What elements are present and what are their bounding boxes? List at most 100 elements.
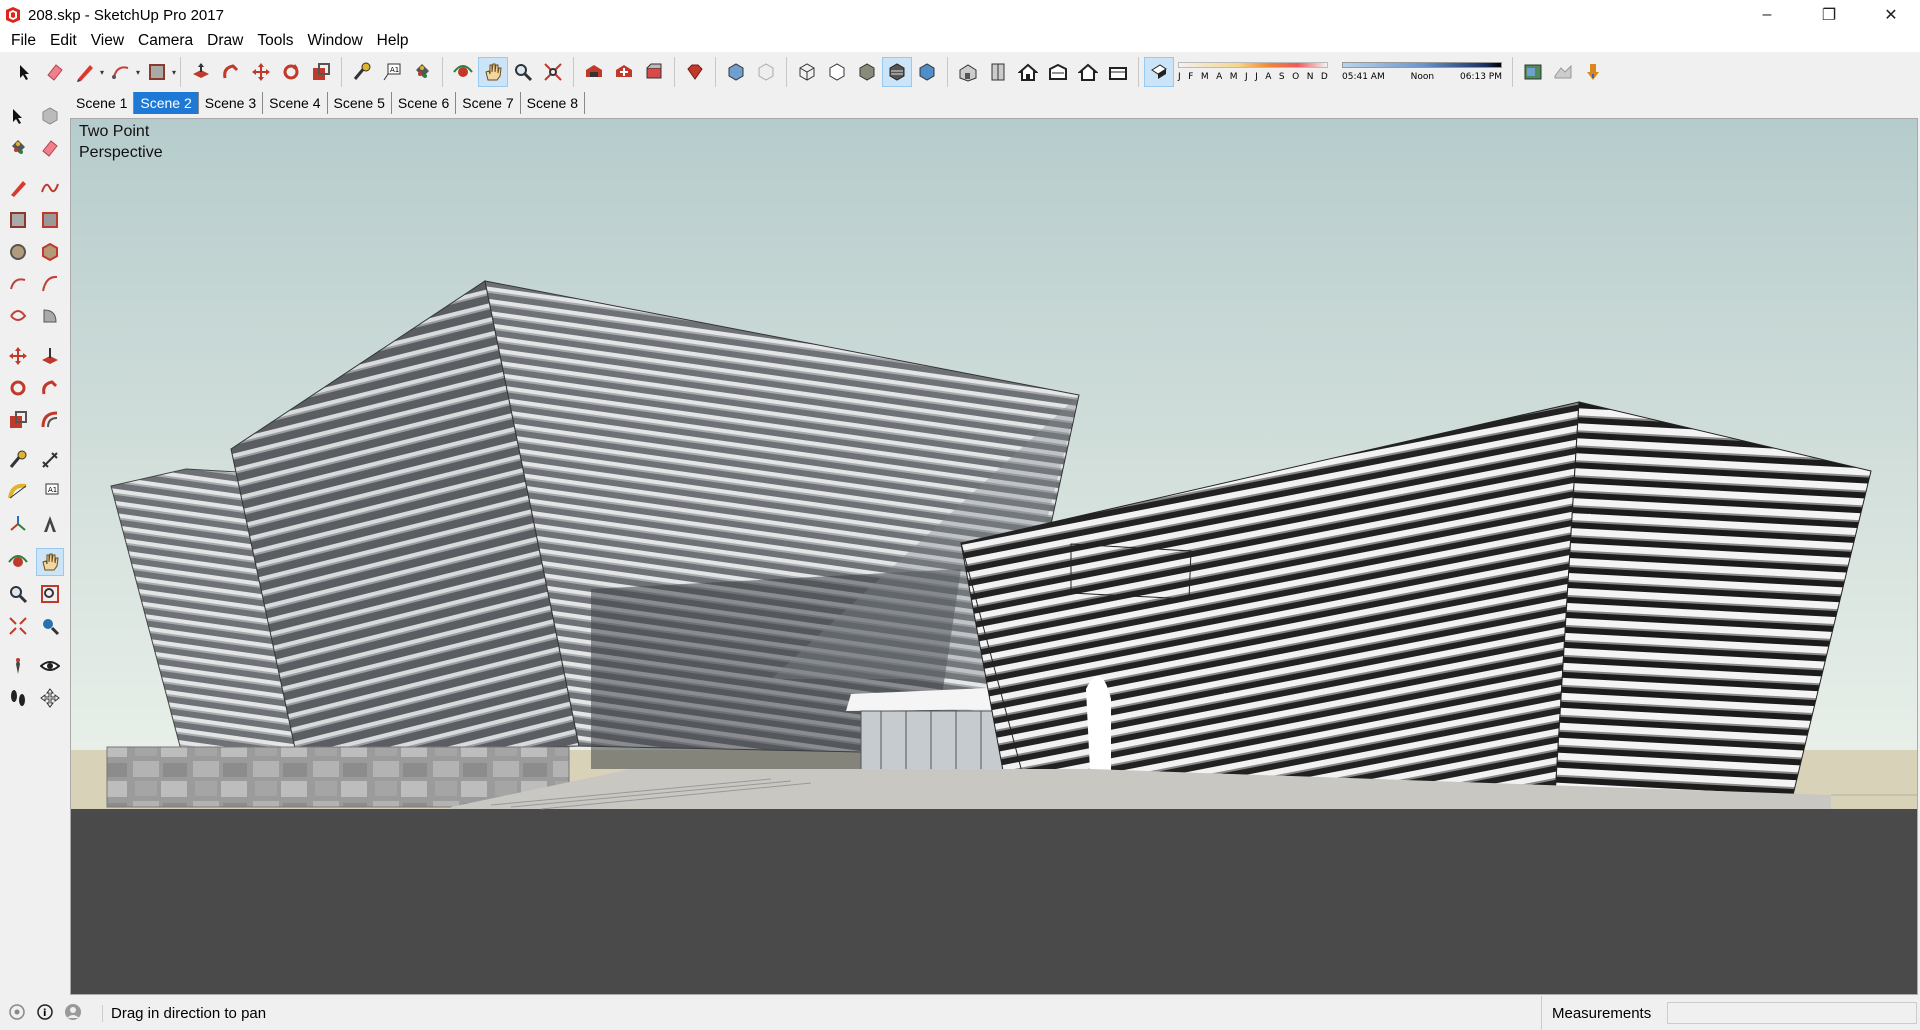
rectangle-tool[interactable] xyxy=(4,206,32,234)
zoom-tool-button[interactable] xyxy=(508,57,538,87)
drawing-area[interactable]: Two Point Perspective xyxy=(70,118,1918,995)
protractor-tool[interactable] xyxy=(4,478,32,506)
tab-scene-2[interactable]: Scene 2 xyxy=(134,92,199,114)
front-view-button[interactable] xyxy=(1013,57,1043,87)
tab-scene-8[interactable]: Scene 8 xyxy=(520,92,585,114)
menu-camera[interactable]: Camera xyxy=(131,32,200,50)
move-tool-button[interactable] xyxy=(246,57,276,87)
left-view-button[interactable] xyxy=(1103,57,1133,87)
monochrome-style-button[interactable] xyxy=(912,57,942,87)
shadow-time-slider[interactable]: 05:41 AM Noon 06:13 PM xyxy=(1342,62,1502,82)
time-slider-track[interactable] xyxy=(1342,62,1502,68)
menu-tools[interactable]: Tools xyxy=(250,32,300,50)
share-model-button[interactable] xyxy=(609,57,639,87)
tab-scene-1[interactable]: Scene 1 xyxy=(70,92,135,114)
previous-view-tool[interactable] xyxy=(36,612,64,640)
pan-tool-button[interactable] xyxy=(478,57,508,87)
look-around-tool[interactable] xyxy=(36,652,64,680)
warehouse-button[interactable] xyxy=(579,57,609,87)
back-edges-button[interactable] xyxy=(751,57,781,87)
menu-help[interactable]: Help xyxy=(370,32,416,50)
text-tool-button[interactable]: A1 xyxy=(377,57,407,87)
month-slider-track[interactable] xyxy=(1178,62,1328,68)
close-button[interactable]: ✕ xyxy=(1862,0,1920,30)
text-tool[interactable]: A1 xyxy=(36,478,64,506)
rectangle-tool-button[interactable]: ▾ xyxy=(142,57,176,87)
move-tool[interactable] xyxy=(4,342,32,370)
shadows-toggle-button[interactable] xyxy=(1144,57,1174,87)
measurements-input[interactable] xyxy=(1667,1002,1918,1024)
3d-text-tool[interactable] xyxy=(36,510,64,538)
shaded-style-button[interactable] xyxy=(852,57,882,87)
arc-tool[interactable] xyxy=(4,270,32,298)
photo-textures-button[interactable] xyxy=(1578,57,1608,87)
push-pull-tool-button[interactable] xyxy=(186,57,216,87)
menu-window[interactable]: Window xyxy=(301,32,370,50)
menu-draw[interactable]: Draw xyxy=(200,32,250,50)
extension-warehouse-button[interactable] xyxy=(680,57,710,87)
add-location-button[interactable] xyxy=(1518,57,1548,87)
toggle-terrain-button[interactable] xyxy=(1548,57,1578,87)
user-account-icon[interactable] xyxy=(64,1003,84,1023)
paint-bucket-tool[interactable] xyxy=(4,134,32,162)
restore-button[interactable]: ❐ xyxy=(1800,0,1858,30)
shaded-textures-style-button[interactable] xyxy=(882,57,912,87)
select-tool[interactable] xyxy=(4,102,32,130)
pie-tool[interactable] xyxy=(36,302,64,330)
zoom-extents-tool[interactable] xyxy=(4,612,32,640)
circle-tool[interactable] xyxy=(4,238,32,266)
tape-measure-tool[interactable] xyxy=(4,446,32,474)
credits-info-icon[interactable]: i xyxy=(36,1003,56,1023)
line-tool-button[interactable]: ▾ xyxy=(70,57,104,87)
select-tool-button[interactable] xyxy=(10,57,40,87)
rotate-tool[interactable] xyxy=(4,374,32,402)
tab-scene-3[interactable]: Scene 3 xyxy=(198,92,264,114)
scale-tool-button[interactable] xyxy=(306,57,336,87)
follow-me-tool[interactable] xyxy=(36,374,64,402)
polygon-tool[interactable] xyxy=(36,238,64,266)
orbit-tool-button[interactable] xyxy=(448,57,478,87)
offset-tool[interactable] xyxy=(36,406,64,434)
position-camera-tool[interactable] xyxy=(4,652,32,680)
right-view-button[interactable] xyxy=(1043,57,1073,87)
wireframe-style-button[interactable] xyxy=(792,57,822,87)
zoom-window-tool[interactable] xyxy=(36,580,64,608)
xray-style-button[interactable] xyxy=(721,57,751,87)
minimize-button[interactable]: – xyxy=(1738,0,1796,30)
tab-scene-4[interactable]: Scene 4 xyxy=(263,92,328,114)
axes-tool[interactable] xyxy=(4,510,32,538)
share-component-button[interactable] xyxy=(639,57,669,87)
arc-tool-button[interactable]: ▾ xyxy=(106,57,140,87)
make-component-tool[interactable] xyxy=(36,102,64,130)
tab-scene-5[interactable]: Scene 5 xyxy=(327,92,392,114)
follow-me-tool-button[interactable] xyxy=(216,57,246,87)
push-pull-tool[interactable] xyxy=(36,342,64,370)
scale-tool[interactable] xyxy=(4,406,32,434)
line-tool[interactable] xyxy=(4,174,32,202)
top-view-button[interactable] xyxy=(983,57,1013,87)
two-point-arc-tool[interactable] xyxy=(36,270,64,298)
menu-view[interactable]: View xyxy=(84,32,131,50)
tab-scene-6[interactable]: Scene 6 xyxy=(391,92,457,114)
paint-bucket-tool-button[interactable] xyxy=(407,57,437,87)
walk-tool[interactable] xyxy=(4,684,32,712)
zoom-extents-tool-button[interactable] xyxy=(538,57,568,87)
tab-scene-7[interactable]: Scene 7 xyxy=(456,92,521,114)
back-view-button[interactable] xyxy=(1073,57,1103,87)
shadow-date-slider[interactable]: J F M A M J J A S O N D xyxy=(1178,62,1328,82)
orbit-tool[interactable] xyxy=(4,548,32,576)
hidden-line-style-button[interactable] xyxy=(822,57,852,87)
tape-measure-tool-button[interactable] xyxy=(347,57,377,87)
rotated-rectangle-tool[interactable] xyxy=(36,206,64,234)
menu-edit[interactable]: Edit xyxy=(43,32,84,50)
pan-tool[interactable] xyxy=(36,548,64,576)
menu-file[interactable]: File xyxy=(4,32,43,50)
eraser-tool[interactable] xyxy=(36,134,64,162)
zoom-tool[interactable] xyxy=(4,580,32,608)
rotate-tool-button[interactable] xyxy=(276,57,306,87)
three-point-arc-tool[interactable] xyxy=(4,302,32,330)
freehand-tool[interactable] xyxy=(36,174,64,202)
geolocation-icon[interactable] xyxy=(8,1003,28,1023)
dimension-tool[interactable] xyxy=(36,446,64,474)
section-plane-tool[interactable] xyxy=(36,684,64,712)
